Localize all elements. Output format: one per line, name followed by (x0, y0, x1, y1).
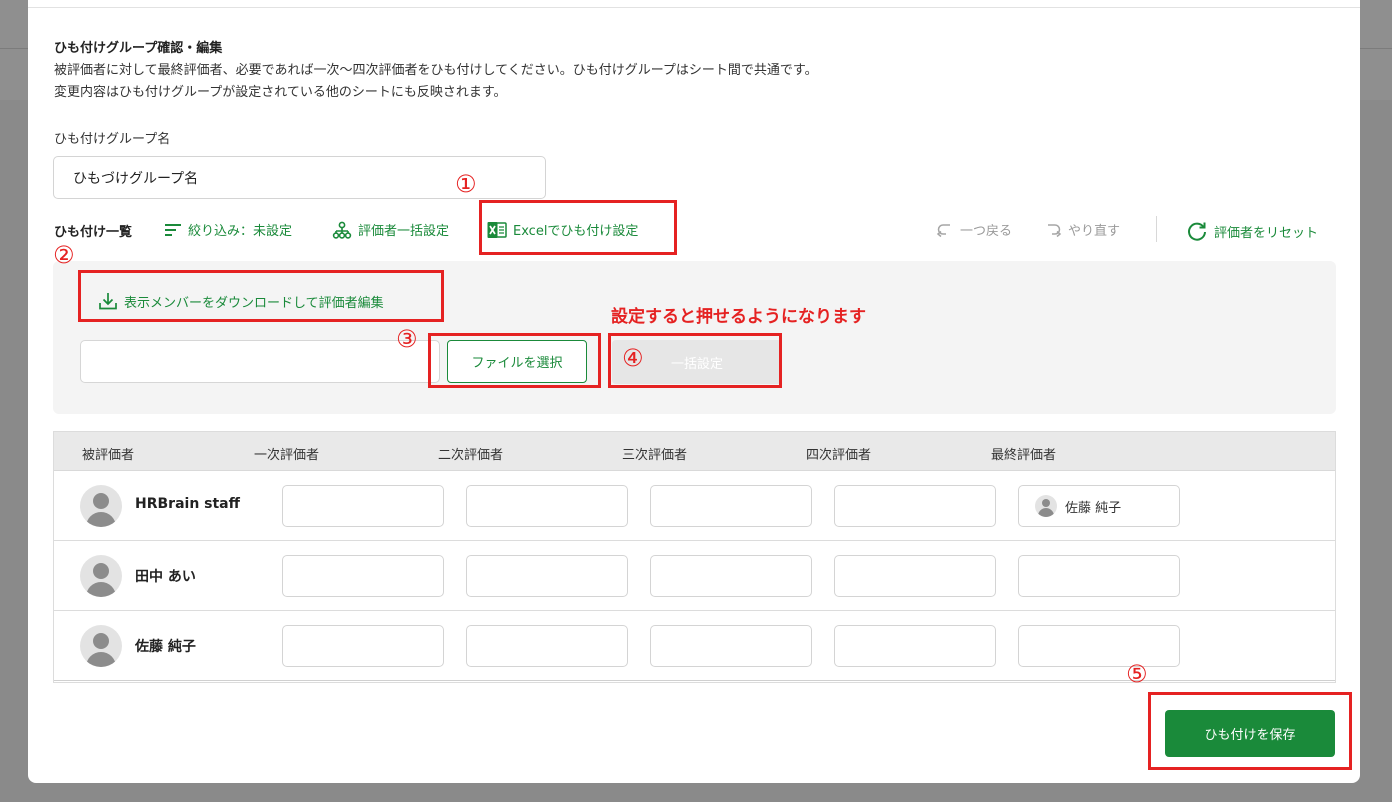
avatar (80, 625, 122, 667)
description-line-2: 変更内容はひも付けグループが設定されている他のシートにも反映されます。 (54, 85, 507, 100)
annotation-number-1: ① (455, 170, 477, 198)
filter-icon (165, 223, 181, 236)
download-icon (99, 293, 117, 310)
evaluatee-name: HRBrain staff (135, 496, 240, 512)
excel-upload-panel (53, 261, 1336, 414)
refresh-icon (1188, 222, 1206, 241)
redo-icon (1048, 223, 1062, 237)
bulk-evaluator-label: 評価者一括設定 (358, 224, 450, 239)
link-table: 被評価者 一次評価者 二次評価者 三次評価者 四次評価者 最終評価者 HRBra… (53, 431, 1336, 683)
second-evaluator-field[interactable] (466, 625, 628, 667)
avatar (80, 485, 122, 527)
redo-button[interactable]: やり直す (1044, 220, 1120, 239)
modal-top-divider (28, 7, 1360, 8)
description-line-1: 被評価者に対して最終評価者、必要であれば一次〜四次評価者をひも付けしてください。… (54, 63, 818, 78)
fourth-evaluator-field[interactable] (834, 485, 996, 527)
toolbar-separator (1156, 216, 1157, 242)
evaluatee-name: 田中 あい (135, 569, 196, 585)
table-row: 田中 あい (54, 541, 1335, 611)
table-header: 被評価者 一次評価者 二次評価者 三次評価者 四次評価者 最終評価者 (54, 432, 1335, 471)
annotation-number-5: ⑤ (1126, 660, 1148, 688)
header-evaluatee: 被評価者 (82, 448, 135, 463)
link-list-label: ひも付け一覧 (54, 225, 133, 240)
fourth-evaluator-field[interactable] (834, 555, 996, 597)
first-evaluator-field[interactable] (282, 555, 444, 597)
evaluator-chip: 佐藤 純子 (1035, 495, 1121, 517)
avatar (1035, 495, 1057, 517)
header-first-evaluator: 一次評価者 (254, 448, 320, 463)
header-third-evaluator: 三次評価者 (622, 448, 688, 463)
avatar (80, 555, 122, 597)
reset-evaluators-label: 評価者をリセット (1214, 225, 1319, 241)
excel-icon (487, 221, 507, 238)
header-second-evaluator: 二次評価者 (438, 448, 504, 463)
final-evaluator-name: 佐藤 純子 (1065, 500, 1122, 516)
save-links-button[interactable]: ひも付けを保存 (1165, 710, 1335, 757)
excel-setting-label: Excelでひも付け設定 (513, 224, 639, 239)
annotation-number-4: ④ (622, 344, 644, 372)
group-name-label: ひも付けグループ名 (54, 132, 171, 147)
third-evaluator-field[interactable] (650, 485, 812, 527)
choose-file-button[interactable]: ファイルを選択 (447, 340, 587, 383)
second-evaluator-field[interactable] (466, 485, 628, 527)
final-evaluator-field[interactable] (1018, 555, 1180, 597)
excel-setting-button[interactable]: Excelでひも付け設定 (487, 220, 638, 239)
linking-group-modal: ひも付けグループ確認・編集 被評価者に対して最終評価者、必要であれば一次〜四次評… (28, 0, 1360, 783)
bulk-evaluator-button[interactable]: 評価者一括設定 (332, 220, 449, 239)
file-path-field[interactable] (80, 340, 440, 383)
download-members-label: 表示メンバーをダウンロードして評価者編集 (124, 295, 384, 311)
annotation-note: 設定すると押せるようになります (611, 307, 866, 327)
header-final-evaluator: 最終評価者 (991, 448, 1057, 463)
section-title: ひも付けグループ確認・編集 (54, 41, 223, 56)
filter-label: 絞り込み：未設定 (188, 224, 293, 239)
undo-label: 一つ戻る (960, 224, 1013, 239)
undo-icon (936, 223, 950, 237)
download-members-link[interactable]: 表示メンバーをダウンロードして評価者編集 (98, 291, 384, 311)
evaluatee-name: 佐藤 純子 (135, 639, 196, 655)
filter-button[interactable]: 絞り込み：未設定 (164, 220, 292, 239)
undo-button[interactable]: 一つ戻る (936, 220, 1012, 239)
final-evaluator-field[interactable]: 佐藤 純子 (1018, 485, 1180, 527)
annotation-number-3: ③ (396, 325, 418, 353)
fourth-evaluator-field[interactable] (834, 625, 996, 667)
redo-label: やり直す (1068, 224, 1121, 239)
hierarchy-icon (332, 221, 352, 239)
third-evaluator-field[interactable] (650, 625, 812, 667)
annotation-number-2: ② (53, 241, 75, 269)
reset-evaluators-button[interactable]: 評価者をリセット (1186, 220, 1318, 242)
final-evaluator-field[interactable] (1018, 625, 1180, 667)
third-evaluator-field[interactable] (650, 555, 812, 597)
second-evaluator-field[interactable] (466, 555, 628, 597)
table-row: HRBrain staff 佐藤 純子 (54, 471, 1335, 541)
first-evaluator-field[interactable] (282, 625, 444, 667)
first-evaluator-field[interactable] (282, 485, 444, 527)
header-fourth-evaluator: 四次評価者 (806, 448, 872, 463)
